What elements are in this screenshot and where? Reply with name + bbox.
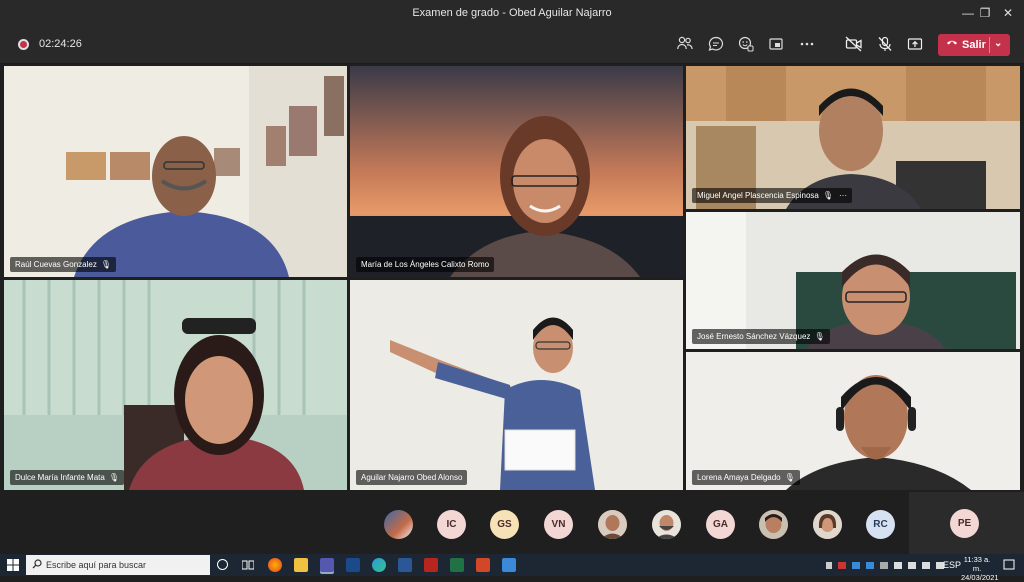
share-tray-icon[interactable] [767,36,785,54]
search-placeholder: Escribe aquí para buscar [46,560,147,570]
camera-off-icon[interactable] [845,36,863,54]
avatar[interactable]: IC [437,510,466,539]
participant-name: Lorena Amaya Delgado [697,473,781,482]
app-icon[interactable] [502,558,516,572]
clock-date: 24/03/2021 [961,573,999,582]
avatar[interactable] [384,510,413,539]
video-feed [4,280,347,490]
leave-call-button[interactable]: Salir ⌄ [938,34,1010,56]
photos-icon[interactable] [346,558,360,572]
participant-name: Raúl Cuevas Gonzalez [15,260,97,269]
mic-icon: 🎙 [814,332,825,341]
participant-name: José Ernesto Sánchez Vázquez [697,332,811,341]
mic-icon: 🎙 [822,191,834,200]
edge-icon[interactable] [372,558,386,572]
system-clock[interactable]: 11:33 a. m. 24/03/2021 [961,555,999,582]
windows-start-icon[interactable] [7,559,19,573]
teams-icon[interactable] [320,558,334,572]
language-indicator[interactable]: ESP [943,560,961,570]
self-preview-box: PE [909,492,1024,554]
file-explorer-icon[interactable] [294,558,308,572]
participant-name: Dulce María Infante Mata [15,473,105,482]
participant-name-tag: Aguilar Najarro Obed Alonso [356,470,468,485]
avatar[interactable]: GS [490,510,519,539]
chevron-down-icon[interactable]: ⌄ [994,38,1002,49]
video-tile-raul[interactable]: Raúl Cuevas Gonzalez 🎙 [4,66,347,277]
leave-divider [989,37,990,53]
mic-icon: 🎙 [100,260,111,269]
mic-icon: 🎙 [108,473,119,482]
video-tile-dulce[interactable]: Dulce María Infante Mata 🎙 [4,280,347,490]
notification-icon[interactable] [1003,559,1015,573]
search-icon [32,559,42,571]
video-tile-jose[interactable]: José Ernesto Sánchez Vázquez 🎙 [686,212,1020,349]
avatar[interactable] [759,510,788,539]
avatar[interactable]: VN [544,510,573,539]
reactions-icon[interactable] [737,36,755,54]
avatar[interactable]: RC [866,510,895,539]
more-options-icon[interactable]: ··· [839,191,847,200]
video-feed [350,66,683,277]
excel-icon[interactable] [450,558,464,572]
video-tile-miguel[interactable]: Miguel Angel Plascencia Espinosa 🎙 ··· [686,66,1020,209]
clock-time: 11:33 a. m. [963,555,991,573]
participant-name: Miguel Angel Plascencia Espinosa [697,191,819,200]
taskbar-search-box[interactable]: Escribe aquí para buscar [26,555,210,575]
participant-name-tag: José Ernesto Sánchez Vázquez 🎙 [692,329,830,344]
participant-strip: IC GS VN GA RC PE [0,492,1024,554]
participant-name-tag: Dulce María Infante Mata 🎙 [10,470,124,485]
avatar[interactable] [598,510,627,539]
cortana-icon[interactable] [217,559,228,570]
avatar[interactable] [652,510,681,539]
participants-icon[interactable] [676,36,694,54]
video-tile-obed[interactable]: Aguilar Najarro Obed Alonso [350,280,683,490]
participant-name-tag: María de Los Ángeles Calixto Romo [356,257,495,272]
close-window-button[interactable]: ✕ [998,3,1018,23]
maximize-button[interactable]: ❐ [975,3,995,23]
leave-call-label: Salir [962,39,986,51]
video-tile-maria[interactable]: María de Los Ángeles Calixto Romo [350,66,683,277]
window-titlebar: Examen de grado - Obed Aguilar Najarro —… [0,0,1024,26]
hangup-phone-icon [946,37,958,50]
video-feed [4,66,347,277]
participant-name: María de Los Ángeles Calixto Romo [361,260,490,269]
task-view-icon[interactable] [241,559,255,573]
avatar[interactable] [813,510,842,539]
participant-name-tag: Raúl Cuevas Gonzalez 🎙 [10,257,116,272]
recording-icon [18,39,29,50]
video-feed [350,280,683,490]
share-screen-icon[interactable] [906,36,924,54]
participant-name-tag: Miguel Angel Plascencia Espinosa 🎙 ··· [692,188,853,203]
call-timer: 02:24:26 [39,38,82,50]
acrobat-icon[interactable] [424,558,438,572]
chat-icon[interactable] [707,36,725,54]
video-tile-lorena[interactable]: Lorena Amaya Delgado 🎙 [686,352,1020,490]
firefox-icon[interactable] [268,558,282,572]
more-icon[interactable] [798,36,816,54]
mic-icon: 🎙 [784,473,795,482]
mic-off-icon[interactable] [876,36,894,54]
participant-name-tag: Lorena Amaya Delgado 🎙 [692,470,800,485]
avatar[interactable]: GA [706,510,735,539]
participant-name: Aguilar Najarro Obed Alonso [361,473,463,482]
window-title: Examen de grado - Obed Aguilar Najarro [412,7,612,19]
powerpoint-icon[interactable] [476,558,490,572]
word-icon[interactable] [398,558,412,572]
avatar[interactable]: PE [950,509,979,538]
call-controls-bar: 02:24:26 Salir ⌄ [0,26,1024,64]
os-taskbar: Escribe aquí para buscar ESP 11:33 a. m.… [0,554,1024,582]
